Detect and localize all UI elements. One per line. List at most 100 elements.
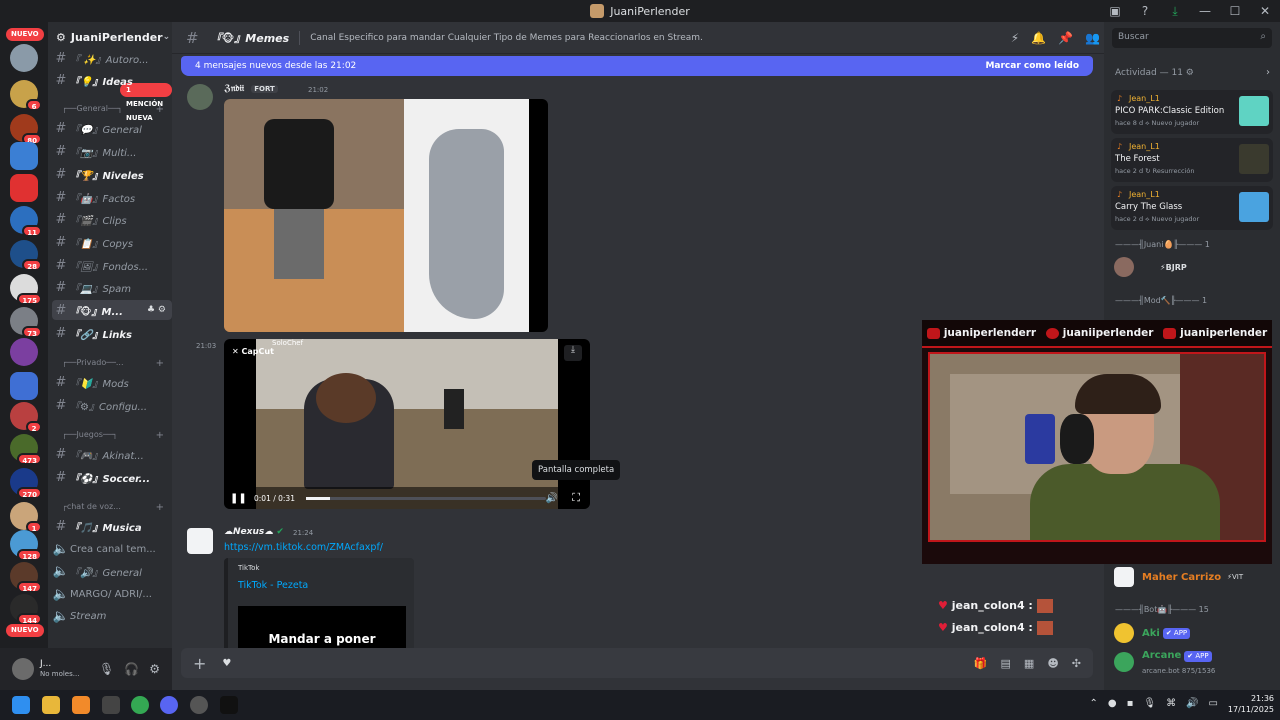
volume-icon[interactable]: 🔊 [1186,698,1198,709]
channel-item[interactable]: # 『🏆』Niveles [52,164,172,184]
channel-category[interactable]: ┌chat de voz... + [62,502,172,513]
new-messages-bar[interactable]: 4 mensajes nuevos desde las 21:02 Marcar… [181,56,1093,76]
gif-icon[interactable]: ▤ [1001,657,1011,670]
channel-item[interactable]: # 『🎮』Akinat... [52,444,172,464]
minimize-button[interactable]: — [1190,4,1220,18]
tray-app-icon[interactable]: ▪ [1127,698,1134,709]
server-icon[interactable] [10,142,38,170]
channel-item[interactable]: # 『🖼』Fondos... [52,255,172,275]
server-icon[interactable]: 73 [10,307,42,338]
server-icon[interactable]: 147 [10,562,42,593]
inbox-icon[interactable]: ▣ [1100,4,1130,18]
members-icon[interactable]: 👥 [1085,31,1100,45]
taskbar-clock[interactable]: 21:36 17/11/2025 [1228,693,1274,715]
mark-read-button[interactable]: Marcar como leído [985,61,1079,71]
app-icon[interactable] [72,696,90,714]
app-icon[interactable] [102,696,120,714]
activity-card[interactable]: ♪ Jean_L1 The Forest hace 2 d ↻ Resurrec… [1111,138,1273,182]
member-item[interactable]: Aki ✔ APP [1114,621,1191,645]
channel-item-memes[interactable]: # 『🐵』M... ♣ ⚙ [52,300,172,320]
headphones-icon[interactable]: 🎧 [124,662,139,676]
channel-item[interactable]: # 『🤖』Factos [52,187,172,207]
channel-category[interactable]: ┌──Juegos──┐ + [62,430,172,441]
network-icon[interactable]: ⌘ [1166,698,1176,709]
channel-category[interactable]: ┌──General──┐ + [62,104,172,115]
server-icon[interactable]: 11 [10,206,42,237]
server-icon[interactable] [10,174,38,202]
help-icon[interactable]: ? [1130,4,1160,18]
channel-item[interactable]: # 『💬』General [52,118,172,138]
threads-icon[interactable]: ⚡ [1011,31,1019,45]
voice-channel-item[interactable]: 🔈 Crea canal tem... [52,539,172,559]
voice-channel-item[interactable]: 🔈 『🔊』General [52,561,172,581]
avatar[interactable] [187,84,213,110]
server-icon[interactable] [10,338,38,366]
activity-card[interactable]: ♪ Jean_L1 Carry The Glass hace 2 d ⟡ Nue… [1111,186,1273,230]
voice-channel-item[interactable]: 🔈 Stream [52,606,172,626]
server-icon[interactable] [10,372,38,400]
fullscreen-icon[interactable]: ⛶ [572,491,580,505]
channel-item[interactable]: # 『🔰』Mods [52,372,172,392]
member-item[interactable]: ⚡BJRP [1114,255,1187,279]
channel-settings-icon[interactable]: ♣ ⚙ [147,305,172,315]
channel-topic[interactable]: Canal Especifico para mandar Cualquier T… [310,33,703,43]
tiktok-icon[interactable] [220,696,238,714]
sticker-icon[interactable]: ▦ [1024,657,1034,670]
avatar[interactable] [12,658,34,680]
app-icon[interactable] [190,696,208,714]
channel-item[interactable]: # 『🎬』Clips [52,209,172,229]
close-window-button[interactable]: ✕ [1250,4,1280,18]
emoji-icon[interactable]: ☻ [1047,657,1058,670]
channel-item[interactable]: # 『 ✨』Autoro... [52,48,172,68]
server-icon[interactable]: 80 [10,114,42,145]
windows-start-icon[interactable] [12,696,30,714]
channel-item[interactable]: # 『⚙』Configu... [52,395,172,415]
server-icon[interactable]: 6 [10,80,42,111]
battery-icon[interactable]: ▭ [1209,698,1218,709]
apps-icon[interactable]: ✣ [1072,657,1081,670]
search-input[interactable]: Buscar ⌕ [1112,28,1272,48]
add-attachment-icon[interactable]: + [193,654,206,673]
message-author[interactable]: ℨ𝔫𝔡𝔦𝔦 FORT [224,84,278,94]
channel-item[interactable]: # 『🔗』Links [52,323,172,343]
chevron-up-icon[interactable]: ⌃ [1089,698,1097,709]
member-item[interactable]: Arcane ✔ APP arcane.bot 875/1536 [1114,649,1215,675]
channel-item[interactable]: # 『💡』Ideas [52,70,172,90]
server-icon[interactable]: 144 [10,594,42,625]
microphone-icon[interactable]: 🎙 [99,662,114,676]
channel-category[interactable]: ┌──Privado──... + [62,358,172,369]
volume-icon[interactable]: 🔊 [546,493,558,504]
server-icon[interactable]: 28 [10,240,42,271]
chevron-right-icon[interactable]: › [1266,67,1270,78]
member-item[interactable]: Maher Carrizo ⚡VIT [1114,565,1246,589]
channel-item[interactable]: # 『⚽』Soccer... [52,467,172,487]
server-icon[interactable]: 2 [10,402,42,433]
message-input-bar[interactable]: + ♥ 🎁 ▤ ▦ ☻ ✣ [181,648,1093,678]
pause-icon[interactable]: ❚❚ [230,493,247,504]
server-icon[interactable]: 128 [10,530,42,561]
tray-app-icon[interactable]: ● [1108,698,1117,709]
gear-icon[interactable]: ⚙ [149,662,160,676]
server-icon[interactable]: 270 [10,468,42,499]
message-author[interactable]: ☁Nexus☁ ✔ [224,527,284,537]
chrome-icon[interactable] [131,696,149,714]
video-progress-track[interactable] [306,497,546,500]
server-icon[interactable]: 1 [10,502,42,533]
embed-title[interactable]: TikTok - Pezeta [238,580,308,591]
image-attachment[interactable] [224,99,548,332]
channel-item[interactable]: # 『📷』Multi... [52,141,172,161]
download-icon[interactable]: ⤓ [1160,4,1190,19]
bell-icon[interactable]: 🔔 [1031,31,1046,45]
pin-icon[interactable]: 📌 [1058,31,1073,45]
channel-item[interactable]: # 『📋』Copys [52,232,172,252]
server-icon[interactable]: 473 [10,434,42,465]
avatar[interactable] [187,528,213,554]
server-icon[interactable] [10,44,38,72]
gift-icon[interactable]: 🎁 [974,657,988,670]
channel-item[interactable]: # 『🎵』Musica [52,516,172,536]
discord-icon[interactable] [160,696,178,714]
file-explorer-icon[interactable] [42,696,60,714]
activity-card[interactable]: ♪ Jean_L1 PICO PARK:Classic Edition hace… [1111,90,1273,134]
message-link[interactable]: https://vm.tiktok.com/ZMAcfaxpf/ [224,542,383,553]
voice-channel-item[interactable]: 🔈 MARGO/ ADRI/... [52,584,172,604]
